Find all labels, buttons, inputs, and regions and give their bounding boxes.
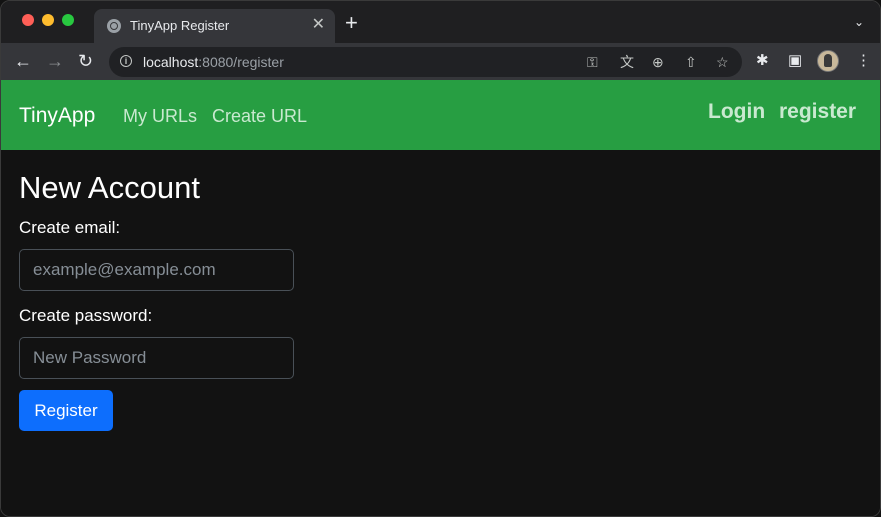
nav-register-link[interactable]: register (779, 100, 856, 124)
tab-strip: TinyApp Register ✕ + ⌄ (1, 1, 880, 43)
email-label: Create email: (19, 218, 121, 237)
extensions-puzzle-icon[interactable]: ✱ (756, 51, 769, 71)
password-label: Create password: (19, 306, 153, 325)
maximize-window-button[interactable] (62, 14, 74, 26)
tab-title: TinyApp Register (130, 18, 230, 33)
page-content: TinyApp My URLs Create URL Login registe… (1, 80, 880, 516)
register-button[interactable]: Register (19, 390, 113, 431)
profile-avatar[interactable] (817, 50, 839, 72)
tab-search-chevron-icon[interactable]: ⌄ (854, 15, 864, 29)
forward-arrow-icon[interactable]: → (46, 51, 64, 71)
new-tab-button[interactable]: + (345, 12, 358, 34)
zoom-icon[interactable]: ⊕ (652, 53, 664, 71)
brand-link[interactable]: TinyApp (19, 104, 95, 128)
reload-icon[interactable]: ↻ (78, 51, 93, 71)
nav-my-urls-link[interactable]: My URLs (123, 106, 197, 127)
url-path: :8080/register (198, 54, 284, 70)
email-input[interactable] (19, 249, 294, 291)
password-input[interactable] (19, 337, 294, 379)
url-text: localhost:8080/register (143, 54, 284, 70)
close-tab-icon[interactable]: ✕ (312, 16, 325, 34)
key-icon[interactable]: ⚿ (587, 53, 598, 71)
share-icon[interactable]: ⇧ (685, 53, 697, 71)
nav-create-url-link[interactable]: Create URL (212, 106, 307, 127)
url-host: localhost (143, 54, 199, 70)
kebab-menu-icon[interactable]: ⋮ (856, 51, 871, 71)
translate-icon[interactable]: 文 (620, 53, 634, 71)
page-title: New Account (19, 170, 200, 205)
active-tab[interactable]: TinyApp Register ✕ (94, 9, 335, 43)
globe-icon (107, 19, 121, 33)
nav-login-link[interactable]: Login (708, 100, 765, 124)
address-bar[interactable]: i localhost:8080/register ⚿ 文 ⊕ ⇧ ☆ (109, 47, 742, 77)
close-window-button[interactable] (22, 14, 34, 26)
minimize-window-button[interactable] (42, 14, 54, 26)
back-arrow-icon[interactable]: ← (14, 51, 32, 71)
browser-window: TinyApp Register ✕ + ⌄ ← → ↻ i localhost… (0, 0, 881, 517)
site-info-icon[interactable]: i (120, 55, 132, 67)
browser-toolbar: ← → ↻ i localhost:8080/register ⚿ 文 ⊕ ⇧ … (1, 43, 880, 80)
app-navbar: TinyApp My URLs Create URL Login registe… (1, 80, 880, 150)
side-panel-icon[interactable]: ▣ (788, 51, 802, 71)
bookmark-star-icon[interactable]: ☆ (716, 53, 729, 71)
